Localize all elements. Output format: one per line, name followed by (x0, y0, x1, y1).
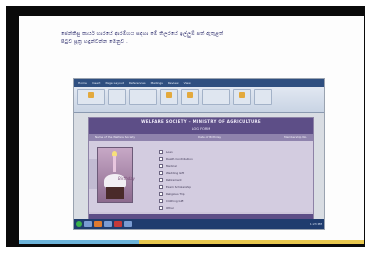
accent-bar-blue (19, 240, 139, 244)
media-icon[interactable] (94, 221, 102, 227)
accent-bar-gold (139, 240, 364, 244)
shapes-button[interactable] (181, 89, 199, 105)
checkbox[interactable] (159, 206, 163, 210)
options-list: Loan Death Contribution Medical Wedding … (159, 149, 193, 212)
paste-button[interactable] (77, 89, 105, 105)
cupcake-base-icon (106, 187, 124, 199)
paragraph-group[interactable] (129, 89, 157, 105)
checkbox[interactable] (159, 178, 163, 182)
slide: ජෙන්කිසු කාර්ය භාරයේ ආරම්භය සඳහා මේ තිලර… (19, 16, 364, 244)
tab-review[interactable]: Review (168, 80, 179, 86)
insert-group[interactable] (202, 89, 230, 105)
picture-icon (239, 92, 245, 98)
option-row[interactable]: Clothing Gift (159, 198, 193, 204)
checkbox[interactable] (159, 150, 163, 154)
info-right: Membership No. (284, 135, 307, 139)
checkbox[interactable] (159, 199, 163, 203)
option-label: Clothing Gift (166, 199, 184, 203)
tab-page-layout[interactable]: Page Layout (105, 80, 123, 86)
tab-mailings[interactable]: Mailings (151, 80, 163, 86)
option-label: Exam Scholarship (166, 185, 191, 189)
checkbox[interactable] (159, 171, 163, 175)
start-button-icon[interactable] (76, 221, 82, 227)
option-row[interactable]: Exam Scholarship (159, 184, 193, 190)
option-row[interactable]: Wedding Gift (159, 170, 193, 176)
explorer-icon[interactable] (84, 221, 92, 227)
tab-home[interactable]: Home (78, 80, 87, 86)
checkbox[interactable] (159, 164, 163, 168)
option-row[interactable]: Retirement (159, 177, 193, 183)
office-ribbon: Home Insert Page Layout References Maili… (74, 79, 324, 113)
styles-button[interactable] (160, 89, 178, 105)
info-left: Name of the Welfare Society (95, 135, 135, 139)
form-info-row: Name of the Welfare Society Date of Birt… (89, 134, 313, 141)
form-title: WELFARE SOCIETY – MINISTRY OF AGRICULTUR… (141, 119, 261, 124)
caption-line-2: පිටුව සූත්‍ර හඳුන්වන්න මෙනුව . (61, 39, 128, 45)
ribbon-tabs: Home Insert Page Layout References Maili… (74, 79, 324, 87)
birthday-photo: Birthday (97, 147, 135, 203)
option-row[interactable]: Loan (159, 149, 193, 155)
candle-icon (113, 156, 116, 172)
form-header: WELFARE SOCIETY – MINISTRY OF AGRICULTUR… (89, 118, 313, 134)
styles-icon (166, 92, 172, 98)
editing-group[interactable] (254, 89, 272, 105)
form-content: Birthday Loan Death Contribution Medical… (89, 141, 313, 212)
option-row[interactable]: Religious Trip (159, 191, 193, 197)
tab-view[interactable]: View (184, 80, 191, 86)
option-row[interactable]: Death Contribution (159, 156, 193, 162)
option-label: Retirement (166, 178, 182, 182)
slide-caption: ජෙන්කිසු කාර්ය භාරයේ ආරම්භය සඳහා මේ තිලර… (61, 30, 321, 46)
option-label: Other (166, 206, 174, 210)
word-icon[interactable] (104, 221, 112, 227)
tab-insert[interactable]: Insert (92, 80, 101, 86)
info-mid: Date of Birthday (198, 135, 222, 139)
option-label: Wedding Gift (166, 171, 185, 175)
option-label: Death Contribution (166, 157, 193, 161)
form-subtitle: LOG FORM (191, 127, 211, 131)
option-label: Loan (166, 150, 173, 154)
ribbon-toolbar (74, 87, 324, 107)
app-icon[interactable] (114, 221, 122, 227)
picture-button[interactable] (233, 89, 251, 105)
tab-references[interactable]: References (129, 80, 146, 86)
photo-label: Birthday (118, 176, 135, 181)
taskbar: 1:23 PM (74, 219, 324, 229)
caption-line-1: ජෙන්කිසු කාර්ය භාරයේ ආරම්භය සඳහා මේ තිලර… (61, 31, 224, 37)
screenshot-window: Home Insert Page Layout References Maili… (73, 78, 325, 230)
welfare-form: WELFARE SOCIETY – MINISTRY OF AGRICULTUR… (88, 117, 314, 221)
system-tray-clock: 1:23 PM (309, 222, 322, 226)
option-row[interactable]: Medical (159, 163, 193, 169)
option-label: Religious Trip (166, 192, 185, 196)
paste-icon (88, 92, 94, 98)
slide-frame: ජෙන්කිසු කාර්ය භාරයේ ආරම්භය සඳහා මේ තිලර… (6, 6, 365, 247)
checkbox[interactable] (159, 185, 163, 189)
option-label: Medical (166, 164, 177, 168)
checkbox[interactable] (159, 192, 163, 196)
checkbox[interactable] (159, 157, 163, 161)
font-group[interactable] (108, 89, 126, 105)
shapes-icon (187, 92, 193, 98)
browser-icon[interactable] (124, 221, 132, 227)
option-row[interactable]: Other (159, 205, 193, 211)
